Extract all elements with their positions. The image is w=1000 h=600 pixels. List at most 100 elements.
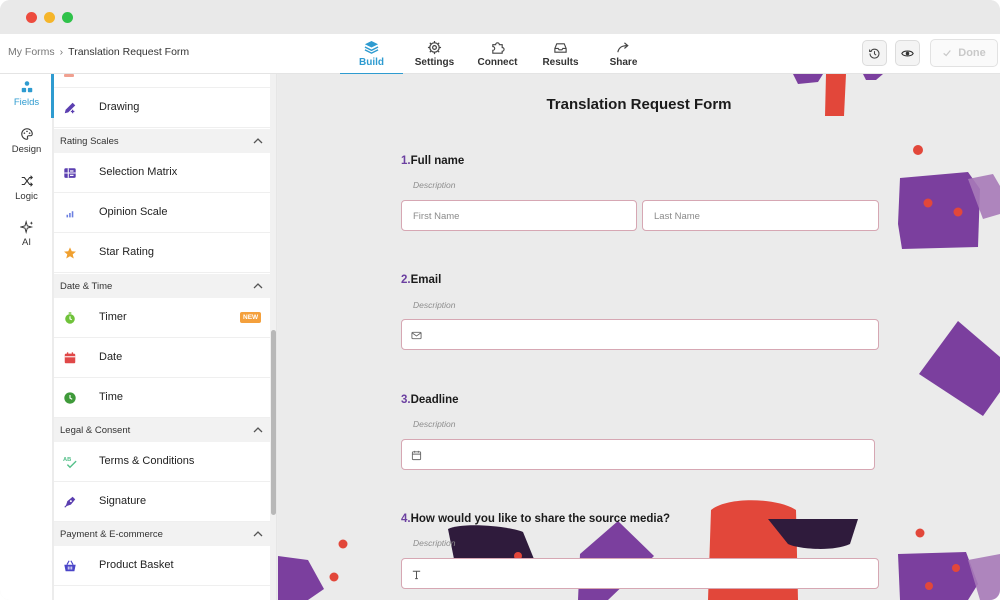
question-4-number: 4. xyxy=(401,513,411,525)
rail-logic-label: Logic xyxy=(15,191,38,202)
panel-scrollbar[interactable] xyxy=(270,74,277,600)
field-product-basket[interactable]: Product Basket xyxy=(54,546,270,586)
puzzle-icon xyxy=(492,42,505,54)
field-drawing-label: Drawing xyxy=(99,101,140,113)
partial-field-icon xyxy=(64,74,74,77)
tab-share[interactable]: Share xyxy=(592,34,655,74)
email-field[interactable] xyxy=(401,319,879,350)
question-1-label: Full name xyxy=(410,155,465,167)
source-media-text-field[interactable] xyxy=(401,558,879,589)
deadline-date-field[interactable] xyxy=(401,439,875,470)
app-window: My Forms › Translation Request Form Build … xyxy=(0,0,1000,600)
question-1-title[interactable]: 1.Full name xyxy=(401,155,464,167)
text-t-icon xyxy=(412,570,421,580)
question-3-number: 3. xyxy=(401,394,411,406)
section-date-time[interactable]: Date & Time xyxy=(54,274,270,298)
breadcrumb-current: Translation Request Form xyxy=(68,46,190,58)
field-selection-matrix-label: Selection Matrix xyxy=(99,166,178,178)
field-time[interactable]: Time xyxy=(54,378,270,418)
tab-results[interactable]: Results xyxy=(529,34,592,74)
spellcheck-icon: AB xyxy=(63,457,77,469)
mail-icon xyxy=(411,331,422,340)
section-legal-consent[interactable]: Legal & Consent xyxy=(54,418,270,442)
svg-text:AB: AB xyxy=(63,457,71,463)
tab-build[interactable]: Build xyxy=(340,34,403,75)
question-4-description[interactable]: Description xyxy=(413,538,456,548)
question-1-number: 1. xyxy=(401,155,411,167)
minimize-window-button[interactable] xyxy=(44,12,55,23)
breadcrumb-my-forms[interactable]: My Forms xyxy=(8,46,55,58)
field-star-rating[interactable]: Star Rating xyxy=(54,233,270,273)
field-signature[interactable]: Signature xyxy=(54,482,270,522)
eye-icon xyxy=(901,50,914,56)
section-payment-ecommerce[interactable]: Payment & E-commerce xyxy=(54,522,270,546)
tab-connect[interactable]: Connect xyxy=(466,34,529,74)
rail-ai[interactable]: AI xyxy=(0,220,53,248)
share-arrow-icon xyxy=(617,42,629,53)
field-timer-label: Timer xyxy=(99,311,127,323)
tab-results-label: Results xyxy=(542,57,579,68)
done-button[interactable]: Done xyxy=(930,39,998,67)
first-name-field[interactable]: First Name xyxy=(401,200,637,231)
section-payment-ecommerce-label: Payment & E-commerce xyxy=(60,529,163,540)
field-product-basket-label: Product Basket xyxy=(99,559,174,571)
rail-design-label: Design xyxy=(11,144,42,155)
drawing-pencil-icon xyxy=(64,102,76,114)
last-name-field[interactable]: Last Name xyxy=(642,200,879,231)
shuffle-icon xyxy=(21,175,33,187)
form-canvas: Translation Request Form 1.Full name Des… xyxy=(278,74,1000,600)
rail-logic[interactable]: Logic xyxy=(0,174,53,202)
chevron-up-icon xyxy=(253,427,263,433)
history-icon xyxy=(869,48,880,59)
preview-button[interactable] xyxy=(895,40,920,66)
fields-icon xyxy=(21,81,32,93)
question-2-description[interactable]: Description xyxy=(413,300,456,310)
first-name-placeholder: First Name xyxy=(413,211,460,222)
field-date[interactable]: Date xyxy=(54,338,270,378)
bar-scale-icon xyxy=(66,211,74,218)
field-selection-matrix[interactable]: Selection Matrix xyxy=(54,153,270,193)
tab-settings[interactable]: Settings xyxy=(403,34,466,74)
question-3-title[interactable]: 3.Deadline xyxy=(401,394,459,406)
question-4-title[interactable]: 4.How would you like to share the source… xyxy=(401,513,670,525)
close-window-button[interactable] xyxy=(26,12,37,23)
star-icon xyxy=(64,247,76,259)
field-palette-panel: Drawing Rating Scales Selection Matrix O… xyxy=(54,74,270,600)
panel-scrollbar-thumb[interactable] xyxy=(271,330,276,515)
field-star-rating-label: Star Rating xyxy=(99,246,155,258)
rail-design[interactable]: Design xyxy=(0,127,53,155)
maximize-window-button[interactable] xyxy=(62,12,73,23)
question-2-title[interactable]: 2.Email xyxy=(401,274,441,286)
list-item-partial[interactable] xyxy=(54,74,270,88)
history-button[interactable] xyxy=(862,40,887,66)
matrix-grid-icon xyxy=(64,168,76,178)
section-rating-scales[interactable]: Rating Scales xyxy=(54,129,270,153)
question-2-number: 2. xyxy=(401,274,411,286)
field-opinion-scale[interactable]: Opinion Scale xyxy=(54,193,270,233)
checkmark-icon xyxy=(943,50,952,57)
palette-icon xyxy=(20,128,33,140)
tab-connect-label: Connect xyxy=(477,57,518,68)
field-opinion-scale-label: Opinion Scale xyxy=(99,206,168,218)
breadcrumb: My Forms › Translation Request Form xyxy=(8,46,189,58)
inbox-icon xyxy=(554,43,567,53)
field-terms-conditions[interactable]: AB Terms & Conditions xyxy=(54,442,270,482)
clock-icon xyxy=(64,392,76,404)
field-timer[interactable]: Timer NEW xyxy=(54,298,270,338)
chevron-up-icon xyxy=(253,138,263,144)
left-rail: Fields Design Logic AI xyxy=(0,74,54,600)
rail-fields[interactable]: Fields xyxy=(0,80,53,108)
question-3-description[interactable]: Description xyxy=(413,419,456,429)
rail-fields-label: Fields xyxy=(13,97,40,108)
question-2-label: Email xyxy=(410,274,442,286)
tab-build-label: Build xyxy=(359,57,384,68)
section-date-time-label: Date & Time xyxy=(60,281,113,292)
main-nav-tabs: Build Settings Connect Results Share xyxy=(340,34,655,75)
field-drawing[interactable]: Drawing xyxy=(54,88,270,128)
question-1-description[interactable]: Description xyxy=(413,180,456,190)
calendar-icon xyxy=(64,352,76,364)
field-time-label: Time xyxy=(99,391,124,403)
question-3-label: Deadline xyxy=(410,394,459,406)
sparkle-icon xyxy=(19,220,33,234)
form-title: Translation Request Form xyxy=(546,96,732,113)
